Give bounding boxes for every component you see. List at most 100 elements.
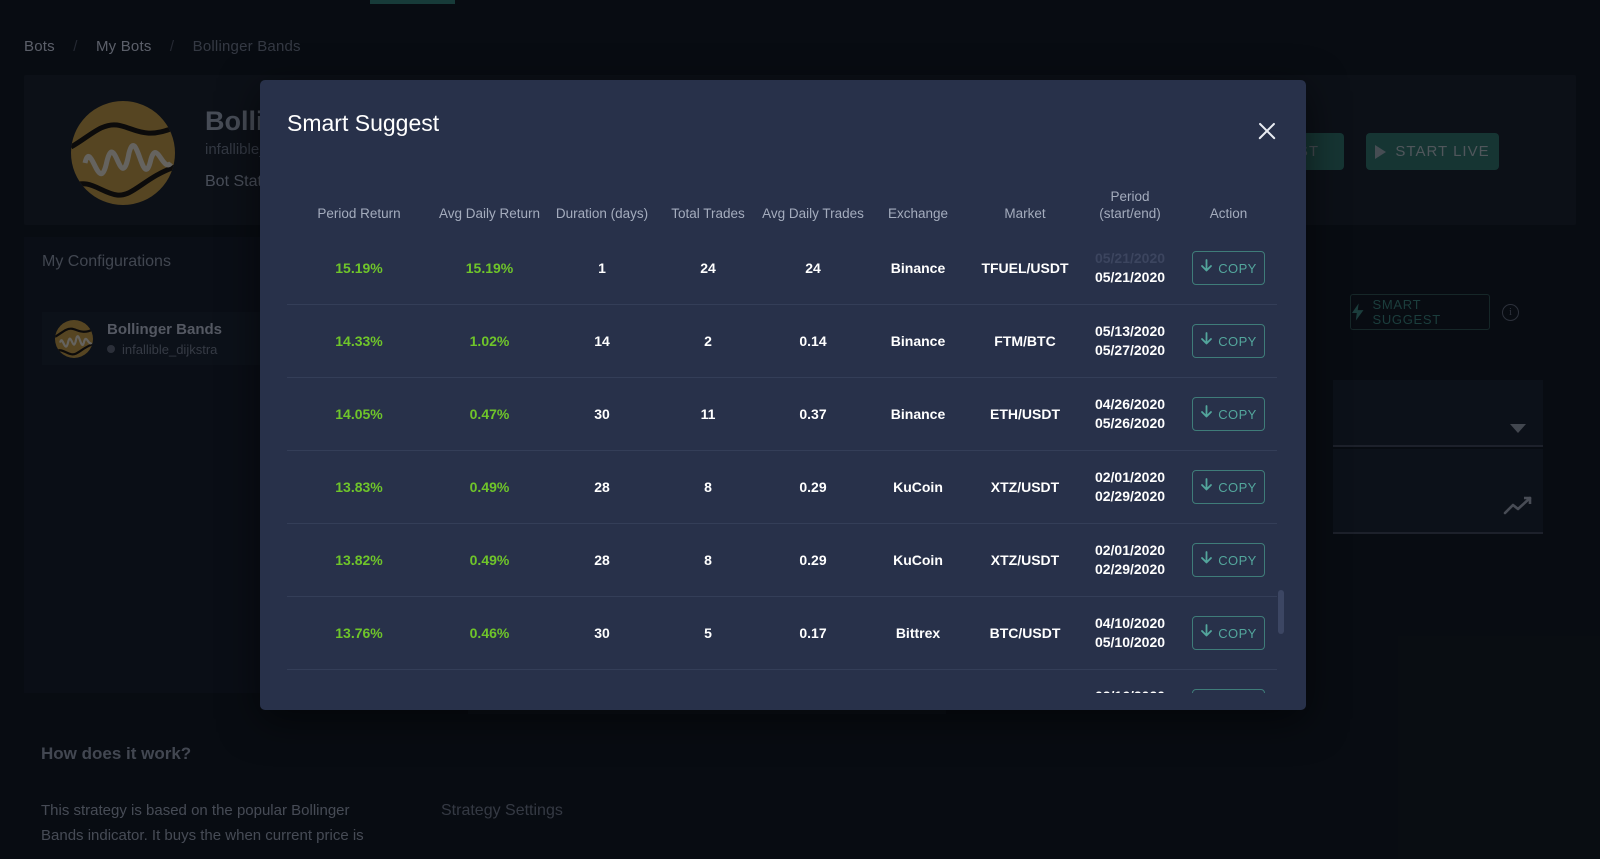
cell-action: COPY bbox=[1180, 304, 1277, 378]
cell-exchange: KuCoin bbox=[866, 450, 970, 524]
cell-avg-daily-trades: 24 bbox=[805, 260, 821, 276]
cell-avg-daily-trades: 0.29 bbox=[760, 523, 866, 597]
cell-duration: 28 bbox=[548, 450, 656, 524]
cell-period-return: 14.33% bbox=[287, 304, 431, 378]
cell-duration: 30 bbox=[548, 596, 656, 670]
cell-total-trades: 8 bbox=[656, 669, 760, 693]
copy-button[interactable]: COPY bbox=[1192, 470, 1265, 504]
period-start: 04/26/2020 bbox=[1094, 396, 1166, 412]
cell-market: BTC/USDT bbox=[970, 596, 1080, 670]
cell-total-trades: 5 bbox=[656, 596, 760, 670]
table-row: 15.19% 15.19% 1 24 24 Binance TFUEL/USDT 05/21/… bbox=[287, 232, 1277, 305]
cell-avg-daily-trades: 0.37 bbox=[760, 377, 866, 451]
cell-market: THETA/BTC bbox=[970, 669, 1080, 693]
cell-period: 02/16/202005/16/2020 bbox=[1080, 669, 1180, 693]
smart-suggest-modal: Smart Suggest Period Return Avg Daily Re… bbox=[260, 80, 1306, 710]
col-period-return: Period Return bbox=[317, 206, 401, 221]
cell-period: 05/21/2020 05/21/2020 bbox=[1080, 232, 1180, 305]
cell-avg-daily-trades: 0.14 bbox=[760, 304, 866, 378]
cell-period: 02/01/2020 02/29/2020 bbox=[1080, 523, 1180, 597]
suggestions-table-wrapper[interactable]: Period Return Avg Daily Return Duration … bbox=[287, 188, 1279, 693]
close-icon[interactable] bbox=[1256, 120, 1278, 142]
cell-total-trades: 2 bbox=[656, 304, 760, 378]
cell-market: FTM/BTC bbox=[970, 304, 1080, 378]
cell-market: ETH/USDT bbox=[970, 377, 1080, 451]
cell-avg-daily-return: 15.19% bbox=[465, 260, 514, 276]
copy-button-label: COPY bbox=[1218, 333, 1257, 349]
cell-avg-daily-return: 0.49% bbox=[431, 523, 548, 597]
download-arrow-icon bbox=[1200, 332, 1213, 350]
cell-period: 02/01/2020 02/29/2020 bbox=[1080, 450, 1180, 524]
copy-button-label: COPY bbox=[1218, 260, 1257, 276]
cell-action: COPY bbox=[1180, 596, 1277, 670]
period-start: 04/10/2020 bbox=[1094, 615, 1166, 631]
cell-market: XTZ/USDT bbox=[970, 450, 1080, 524]
cell-period-return: 13.66% bbox=[287, 669, 431, 693]
col-duration: Duration (days) bbox=[555, 206, 649, 221]
cell-avg-daily-return: 0.49% bbox=[431, 450, 548, 524]
period-start: 05/21/2020 bbox=[1094, 250, 1166, 266]
cell-period: 04/10/2020 05/10/2020 bbox=[1080, 596, 1180, 670]
cell-action: COPY bbox=[1180, 377, 1277, 451]
table-row: 13.66%0.15%9080.09BinanceTHETA/BTC02/16/… bbox=[287, 669, 1277, 693]
cell-duration: 14 bbox=[548, 304, 656, 378]
cell-period: 05/13/2020 05/27/2020 bbox=[1080, 304, 1180, 378]
cell-exchange: Binance bbox=[866, 304, 970, 378]
table-header: Period Return Avg Daily Return Duration … bbox=[287, 188, 1277, 232]
table-row: 13.82% 0.49% 28 8 0.29 KuCoin XTZ/USDT 02/01/20… bbox=[287, 523, 1277, 597]
modal-scrollbar-thumb[interactable] bbox=[1278, 590, 1284, 634]
cell-avg-daily-return: 0.47% bbox=[431, 377, 548, 451]
cell-avg-daily-trades: 0.29 bbox=[760, 450, 866, 524]
cell-total-trades: 8 bbox=[656, 523, 760, 597]
cell-action: COPY bbox=[1180, 523, 1277, 597]
cell-action: COPY bbox=[1180, 232, 1277, 305]
suggestions-table: Period Return Avg Daily Return Duration … bbox=[287, 188, 1277, 693]
cell-market: XTZ/USDT bbox=[970, 523, 1080, 597]
cell-exchange: Bittrex bbox=[866, 596, 970, 670]
copy-button[interactable]: COPY bbox=[1192, 251, 1265, 285]
table-row: 13.83% 0.49% 28 8 0.29 KuCoin XTZ/USDT 02/01/20… bbox=[287, 450, 1277, 524]
period-start: 02/01/2020 bbox=[1094, 542, 1166, 558]
table-header-row: Period Return Avg Daily Return Duration … bbox=[287, 188, 1277, 232]
col-action: Action bbox=[1209, 206, 1248, 221]
table-row: 14.33% 1.02% 14 2 0.14 Binance FTM/BTC 05/13/20… bbox=[287, 304, 1277, 378]
period-end: 05/26/2020 bbox=[1094, 415, 1166, 431]
col-avg-daily-trades: Avg Daily Trades bbox=[762, 206, 864, 221]
cell-period-return: 13.83% bbox=[287, 450, 431, 524]
cell-action: COPY bbox=[1180, 450, 1277, 524]
table-row: 13.76% 0.46% 30 5 0.17 Bittrex BTC/USDT 04/10/2… bbox=[287, 596, 1277, 670]
col-avg-daily-return: Avg Daily Return bbox=[438, 206, 541, 221]
cell-total-trades: 11 bbox=[656, 377, 760, 451]
copy-button[interactable]: COPY bbox=[1192, 324, 1265, 358]
download-arrow-icon bbox=[1200, 551, 1213, 569]
table-body: 15.19% 15.19% 1 24 24 Binance TFUEL/USDT 05/21/… bbox=[287, 232, 1277, 693]
period-end: 05/21/2020 bbox=[1094, 269, 1166, 285]
cell-period: 04/26/2020 05/26/2020 bbox=[1080, 377, 1180, 451]
table-row: 14.05% 0.47% 30 11 0.37 Binance ETH/USDT 04/26/… bbox=[287, 377, 1277, 451]
download-arrow-icon bbox=[1200, 259, 1213, 277]
cell-market: TFUEL/USDT bbox=[981, 260, 1069, 276]
copy-button[interactable]: COPY bbox=[1192, 397, 1265, 431]
cell-duration: 1 bbox=[598, 260, 606, 276]
cell-duration: 90 bbox=[548, 669, 656, 693]
period-end: 05/10/2020 bbox=[1094, 634, 1166, 650]
copy-button[interactable]: COPY bbox=[1192, 616, 1265, 650]
cell-period-return: 15.19% bbox=[335, 260, 383, 276]
copy-button-label: COPY bbox=[1218, 479, 1257, 495]
copy-button-label: COPY bbox=[1218, 552, 1257, 568]
cell-period-return: 14.05% bbox=[287, 377, 431, 451]
period-start: 02/16/2020 bbox=[1080, 687, 1180, 693]
cell-avg-daily-trades: 0.09 bbox=[760, 669, 866, 693]
cell-exchange: Binance bbox=[866, 377, 970, 451]
period-end: 05/27/2020 bbox=[1094, 342, 1166, 358]
period-start: 05/13/2020 bbox=[1094, 323, 1166, 339]
cell-exchange: KuCoin bbox=[866, 523, 970, 597]
download-arrow-icon bbox=[1200, 405, 1213, 423]
copy-button[interactable]: COPY bbox=[1192, 689, 1265, 693]
cell-exchange: Binance bbox=[890, 260, 946, 276]
copy-button[interactable]: COPY bbox=[1192, 543, 1265, 577]
cell-period-return: 13.82% bbox=[287, 523, 431, 597]
cell-duration: 28 bbox=[548, 523, 656, 597]
cell-total-trades: 24 bbox=[700, 260, 716, 276]
cell-total-trades: 8 bbox=[656, 450, 760, 524]
